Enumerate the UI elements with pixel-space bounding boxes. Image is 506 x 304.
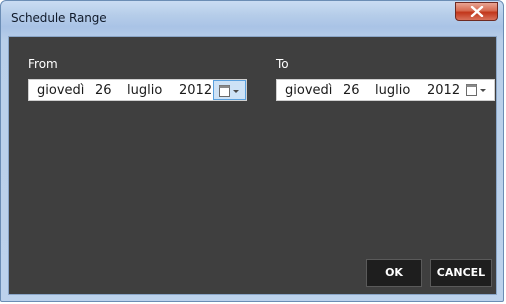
to-date-picker[interactable]: giovedì 26 luglio 2012 <box>276 79 495 101</box>
close-icon <box>470 6 484 17</box>
ok-button[interactable]: OK <box>366 259 422 287</box>
window-title: Schedule Range <box>11 11 107 25</box>
to-year[interactable]: 2012 <box>427 83 460 98</box>
to-month[interactable]: luglio <box>375 83 410 98</box>
close-button[interactable] <box>455 2 498 21</box>
from-label: From <box>28 57 58 71</box>
calendar-dropdown-icon <box>219 85 239 97</box>
from-calendar-button[interactable] <box>213 80 246 100</box>
cancel-button[interactable]: CANCEL <box>430 259 492 287</box>
to-day[interactable]: 26 <box>343 83 360 98</box>
to-calendar-button[interactable] <box>461 80 494 100</box>
from-year[interactable]: 2012 <box>179 83 212 98</box>
from-date-picker[interactable]: giovedì 26 luglio 2012 <box>28 79 247 101</box>
calendar-dropdown-icon <box>466 84 486 96</box>
to-label: To <box>276 57 289 71</box>
from-month[interactable]: luglio <box>127 83 162 98</box>
to-weekday[interactable]: giovedì <box>285 83 332 98</box>
title-bar[interactable]: Schedule Range <box>1 1 503 37</box>
from-weekday[interactable]: giovedì <box>37 83 84 98</box>
dialog-window: Schedule Range From giovedì 26 luglio 20… <box>0 0 504 302</box>
dialog-content: From giovedì 26 luglio 2012 To giovedì 2… <box>8 36 497 295</box>
from-day[interactable]: 26 <box>95 83 112 98</box>
